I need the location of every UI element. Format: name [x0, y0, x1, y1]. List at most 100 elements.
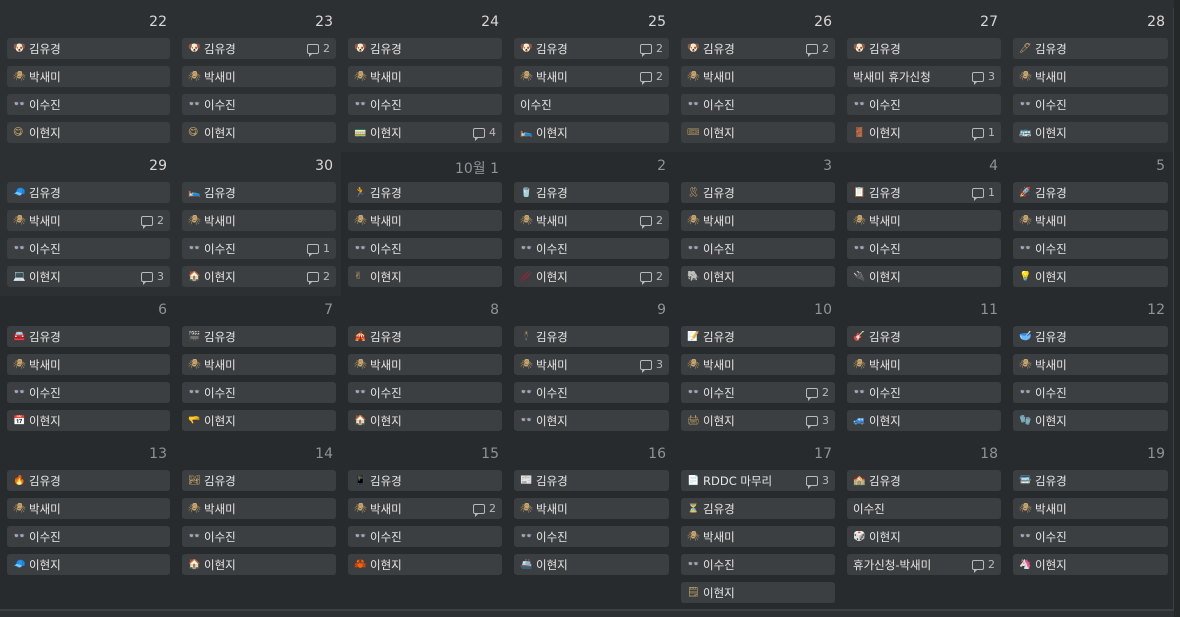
day-cell[interactable]: 12 🥣 김유경 🕷 박새미 👓 이수진 🧤 이현지: [1006, 296, 1174, 441]
event-card[interactable]: 🚀 김유경: [1013, 182, 1168, 203]
event-card[interactable]: 🐶 김유경: [7, 38, 170, 59]
event-card[interactable]: 👓 이수진: [348, 382, 502, 403]
day-cell[interactable]: 25 🐶 김유경 2 🕷 박새미 2 이수진 🛌 이현지: [507, 8, 675, 153]
event-card[interactable]: 🕷 박새미: [1013, 210, 1168, 231]
event-card[interactable]: 🐶 김유경: [348, 38, 502, 59]
event-card[interactable]: 🎸 김유경: [847, 326, 1001, 347]
event-card[interactable]: 🕷 박새미: [681, 210, 835, 231]
event-card[interactable]: 🚃 이현지 4: [348, 122, 502, 143]
event-card[interactable]: 👓 이수진: [847, 382, 1001, 403]
event-card[interactable]: 🕷 박새미 3: [514, 354, 669, 375]
event-card[interactable]: 🧤 이현지: [1013, 410, 1168, 431]
event-card[interactable]: 🗒 이현지: [681, 582, 835, 603]
event-card[interactable]: 🕷 박새미 2: [514, 66, 669, 87]
event-card[interactable]: 🦀 이현지: [348, 554, 502, 575]
event-card[interactable]: 📄 RDDC 마무리 3: [681, 470, 835, 491]
event-card[interactable]: 👓 이수진 1: [182, 238, 336, 259]
event-card[interactable]: 🕷 박새미: [348, 210, 502, 231]
event-card[interactable]: 🚪 이현지 1: [847, 122, 1001, 143]
day-cell[interactable]: 13 🔥 김유경 🕷 박새미 👓 이수진 🧢 이현지: [0, 440, 176, 610]
day-cell[interactable]: 2 🥤 김유경 🕷 박새미 2 👓 이수진 🥢 이현지 2: [507, 152, 675, 297]
event-card[interactable]: 🏠 이현지: [182, 554, 336, 575]
day-cell[interactable]: 10월 1 🏃 김유경 🕷 박새미 👓 이수진 ✌ 이현지: [341, 152, 508, 297]
event-card[interactable]: 🕷 박새미: [7, 354, 170, 375]
event-card[interactable]: 👓 이수진 2: [681, 382, 835, 403]
day-cell[interactable]: 5 🚀 김유경 🕷 박새미 👓 이수진 💡 이현지: [1006, 152, 1174, 297]
event-card[interactable]: 👓 이수진: [348, 526, 502, 547]
event-card[interactable]: 🕷 박새미: [348, 66, 502, 87]
day-cell[interactable]: 29 🧢 김유경 🕷 박새미 2 👓 이수진 💻 이현지 3: [0, 152, 176, 297]
day-cell[interactable]: 11 🎸 김유경 🕷 박새미 👓 이수진 🚙 이현지: [840, 296, 1007, 441]
event-card[interactable]: 🐶 김유경: [847, 38, 1001, 59]
event-card[interactable]: 🥢 이현지 2: [514, 266, 669, 287]
event-card[interactable]: 🕷 박새미: [681, 354, 835, 375]
event-card[interactable]: 😋 이현지: [182, 122, 336, 143]
day-cell[interactable]: 18 🏫 김유경 이수진 🎲 이현지 휴가신청-박새미 2: [840, 440, 1007, 610]
event-card[interactable]: 🚍 김유경: [1013, 470, 1168, 491]
event-card[interactable]: 🎟 이현지: [681, 122, 835, 143]
event-card[interactable]: 👓 이수진: [182, 94, 336, 115]
event-card[interactable]: 👓 이수진: [348, 94, 502, 115]
event-card[interactable]: 🐶 김유경 2: [514, 38, 669, 59]
event-card[interactable]: 👓 이수진: [7, 238, 170, 259]
day-cell[interactable]: 15 📱 김유경 🕷 박새미 2 👓 이수진 🦀 이현지: [341, 440, 508, 610]
event-card[interactable]: 🕷 박새미: [681, 526, 835, 547]
event-card[interactable]: 이수진: [514, 94, 669, 115]
event-card[interactable]: 👓 이수진: [7, 382, 170, 403]
event-card[interactable]: 😋 이현지: [7, 122, 170, 143]
day-cell[interactable]: 7 🎬 김유경 🕷 박새미 👓 이수진 🫳 이현지: [175, 296, 342, 441]
event-card[interactable]: 🎲 이현지: [847, 526, 1001, 547]
event-card[interactable]: 🕷 박새미: [847, 210, 1001, 231]
day-cell[interactable]: 4 📋 김유경 1 🕷 박새미 👓 이수진 🔌 이현지: [840, 152, 1007, 297]
day-cell[interactable]: 27 🐶 김유경 박새미 휴가신청 3 👓 이수진 🚪 이현지 1: [840, 8, 1007, 153]
event-card[interactable]: 🚙 이현지: [847, 410, 1001, 431]
event-card[interactable]: 🚘 김유경: [7, 326, 170, 347]
event-card[interactable]: 👓 이현지: [514, 410, 669, 431]
event-card[interactable]: 🐶 김유경 2: [681, 38, 835, 59]
event-card[interactable]: 박새미 휴가신청 3: [847, 66, 1001, 87]
event-card[interactable]: 🏃 김유경: [348, 182, 502, 203]
event-card[interactable]: 🔥 김유경: [7, 470, 170, 491]
event-card[interactable]: ✌ 이현지: [348, 266, 502, 287]
event-card[interactable]: 🧢 이현지: [7, 554, 170, 575]
day-cell[interactable]: 16 📰 김유경 🕷 박새미 👓 이수진 🚢 이현지: [507, 440, 675, 610]
day-cell[interactable]: 8 🎪 김유경 🕷 박새미 👓 이수진 🏠 이현지: [341, 296, 508, 441]
event-card[interactable]: 🕷 박새미: [1013, 354, 1168, 375]
event-card[interactable]: 🕷 박새미: [514, 498, 669, 519]
event-card[interactable]: 🕷 박새미: [182, 354, 336, 375]
day-cell[interactable]: 19 🚍 김유경 🕷 박새미 👓 이수진 🦄 이현지: [1006, 440, 1174, 610]
event-card[interactable]: 🕷 박새미 2: [348, 498, 502, 519]
event-card[interactable]: 🕷 박새미 2: [7, 210, 170, 231]
event-card[interactable]: 🖨 이현지 3: [681, 410, 835, 431]
event-card[interactable]: ⏳ 김유경: [681, 498, 835, 519]
event-card[interactable]: 🧢 김유경: [7, 182, 170, 203]
event-card[interactable]: 🔌 이현지: [847, 266, 1001, 287]
event-card[interactable]: 🎗 김유경: [681, 182, 835, 203]
event-card[interactable]: 🛌 이현지: [514, 122, 669, 143]
event-card[interactable]: 👓 이수진: [348, 238, 502, 259]
event-card[interactable]: 🥣 김유경: [1013, 326, 1168, 347]
event-card[interactable]: 📱 김유경: [348, 470, 502, 491]
event-card[interactable]: 📝 김유경: [681, 326, 835, 347]
event-card[interactable]: 🥤 김유경: [514, 182, 669, 203]
event-card[interactable]: 📰 김유경: [514, 470, 669, 491]
event-card[interactable]: 💡 이현지: [1013, 266, 1168, 287]
day-cell[interactable]: 22 🐶 김유경 🕷 박새미 👓 이수진 😋 이현지: [0, 8, 176, 153]
day-cell[interactable]: 26 🐶 김유경 2 🕷 박새미 👓 이수진 🎟 이현지: [674, 8, 841, 153]
event-card[interactable]: 🐘 이현지: [681, 266, 835, 287]
event-card[interactable]: 🕷 박새미: [182, 498, 336, 519]
event-card[interactable]: 🕷 박새미: [847, 354, 1001, 375]
event-card[interactable]: 👓 이수진: [7, 526, 170, 547]
event-card[interactable]: 🕷 박새미: [7, 498, 170, 519]
event-card[interactable]: 🏠 이현지 2: [182, 266, 336, 287]
event-card[interactable]: 🕷 박새미: [1013, 498, 1168, 519]
event-card[interactable]: 👓 이수진: [514, 382, 669, 403]
event-card[interactable]: 🏠 이현지: [348, 410, 502, 431]
event-card[interactable]: 🕷 박새미: [7, 66, 170, 87]
event-card[interactable]: 👓 이수진: [7, 94, 170, 115]
event-card[interactable]: 🛌 김유경: [182, 182, 336, 203]
event-card[interactable]: 🏞 김유경: [182, 470, 336, 491]
event-card[interactable]: 👓 이수진: [1013, 94, 1168, 115]
event-card[interactable]: 🦄 이현지: [1013, 554, 1168, 575]
event-card[interactable]: 📋 김유경 1: [847, 182, 1001, 203]
